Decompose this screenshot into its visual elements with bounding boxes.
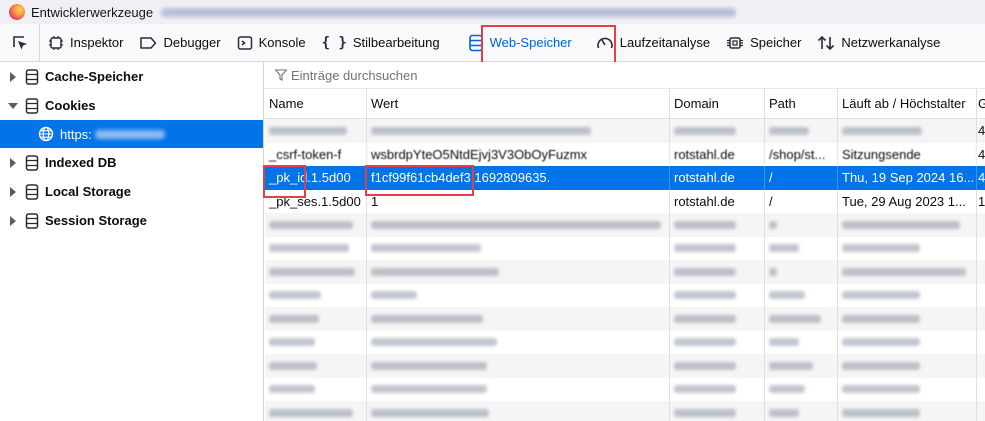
redacted-page-url <box>161 7 737 17</box>
collapse-arrow-icon[interactable] <box>5 102 21 110</box>
cookie-path: / <box>765 166 838 190</box>
style-editor-icon: { } <box>321 34 347 51</box>
origin-label: https: <box>60 126 92 142</box>
tree-item-session-storage[interactable]: Session Storage <box>0 206 263 235</box>
column-header-expires[interactable]: Läuft ab / Höchstalter <box>838 89 977 118</box>
cookie-domain: rotstahl.de <box>670 166 765 190</box>
tab-label: Konsole <box>258 35 306 50</box>
filter-input[interactable]: Einträge durchsuchen <box>265 62 985 89</box>
element-picker-button[interactable] <box>0 23 40 62</box>
devtools-toolbar: Inspektor Debugger Konsole { } Stilbearb… <box>0 23 985 62</box>
table-header: Name Wert Domain Path Läuft ab / Höchsta… <box>265 89 985 119</box>
expand-arrow-icon[interactable] <box>5 186 21 197</box>
tree-item-label: Session Storage <box>45 213 147 228</box>
cookie-value: 1 <box>367 189 670 213</box>
performance-icon <box>596 35 614 51</box>
storage-tree: Cache-Speicher Cookies https: Indexed DB… <box>0 62 264 421</box>
table-body: 4 _csrf-token-f wsbrdpYteO5NtdEjvj3V3ObO… <box>265 119 985 421</box>
table-row[interactable] <box>265 283 985 307</box>
table-row[interactable] <box>265 236 985 260</box>
tab-network[interactable]: Netzwerkanalyse <box>809 24 948 62</box>
column-header-domain[interactable]: Domain <box>670 89 765 118</box>
expand-arrow-icon[interactable] <box>5 157 21 168</box>
filter-placeholder: Einträge durchsuchen <box>291 67 418 83</box>
tab-label: Netzwerkanalyse <box>841 35 941 50</box>
storage-icon <box>468 34 484 52</box>
storage-icon <box>25 154 39 171</box>
storage-icon <box>25 97 39 114</box>
cookie-expires: Thu, 19 Sep 2024 16... <box>838 166 977 190</box>
cookie-path: / <box>765 189 838 213</box>
cookie-name: _pk_id.1.5d00 <box>265 166 367 190</box>
tab-label: Speicher <box>750 35 802 50</box>
storage-table-panel: Einträge durchsuchen Name Wert Domain Pa… <box>265 62 985 421</box>
table-row[interactable]: _pk_ses.1.5d00 1 rotstahl.de / Tue, 29 A… <box>265 189 985 213</box>
table-row[interactable] <box>265 377 985 401</box>
expand-arrow-icon[interactable] <box>5 71 21 82</box>
network-icon <box>817 35 835 51</box>
storage-icon <box>25 212 39 229</box>
cookie-name: _pk_ses.1.5d00 <box>265 189 367 213</box>
memory-icon <box>726 35 744 51</box>
storage-icon <box>25 68 39 85</box>
table-row[interactable] <box>265 307 985 331</box>
table-row[interactable] <box>265 354 985 378</box>
cookie-domain: rotstahl.de <box>670 189 765 213</box>
expand-arrow-icon[interactable] <box>5 215 21 226</box>
tab-inspector[interactable]: Inspektor <box>40 24 131 62</box>
table-row[interactable] <box>265 330 985 354</box>
table-row[interactable]: _csrf-token-f wsbrdpYteO5NtdEjvj3V3ObOyF… <box>265 142 985 166</box>
title-bar: Entwicklerwerkzeuge <box>0 0 985 24</box>
tab-console[interactable]: Konsole <box>229 24 314 62</box>
globe-icon <box>38 126 54 142</box>
tab-label: Stilbearbeitung <box>352 35 440 50</box>
tree-item-cookie-origin[interactable]: https: <box>0 120 263 148</box>
tab-label: Inspektor <box>70 35 124 50</box>
tree-item-cookies[interactable]: Cookies <box>0 91 263 120</box>
tree-item-cache-storage[interactable]: Cache-Speicher <box>0 62 263 91</box>
column-header-more[interactable]: G <box>977 89 985 118</box>
firefox-logo-icon <box>9 4 25 20</box>
tab-label: Debugger <box>163 35 221 50</box>
table-row[interactable] <box>265 401 985 421</box>
column-header-path[interactable]: Path <box>765 89 838 118</box>
table-row-selected[interactable]: _pk_id.1.5d00 f1cf99f61cb4def3.169280963… <box>265 166 985 190</box>
tab-label: Web-Speicher <box>489 35 572 50</box>
inspector-icon <box>48 35 64 51</box>
storage-icon <box>25 183 39 200</box>
tab-memory[interactable]: Speicher <box>718 24 809 62</box>
cookie-value: f1cf99f61cb4def3.1692809635. <box>367 166 670 190</box>
tree-item-label: Cache-Speicher <box>45 69 144 84</box>
column-header-name[interactable]: Name <box>265 89 367 118</box>
debugger-icon <box>139 36 157 50</box>
tree-item-indexed-db[interactable]: Indexed DB <box>0 148 263 177</box>
tree-item-local-storage[interactable]: Local Storage <box>0 177 263 206</box>
tab-web-storage[interactable]: Web-Speicher <box>460 24 580 62</box>
tree-item-label: Local Storage <box>45 184 131 199</box>
redacted-origin-host <box>94 129 165 139</box>
column-header-value[interactable]: Wert <box>367 89 670 118</box>
table-row[interactable] <box>265 213 985 237</box>
tab-label: Laufzeitanalyse <box>619 35 711 50</box>
tab-debugger[interactable]: Debugger <box>131 24 228 62</box>
table-row[interactable] <box>265 260 985 284</box>
tree-item-label: Cookies <box>45 98 96 113</box>
tree-item-label: Indexed DB <box>45 155 117 170</box>
filter-icon <box>275 69 287 81</box>
cookie-expires: Tue, 29 Aug 2023 1... <box>838 189 977 213</box>
table-row[interactable]: 4 <box>265 119 985 143</box>
console-icon <box>237 35 253 51</box>
tab-style-editor[interactable]: { } Stilbearbeitung <box>314 24 448 62</box>
tab-performance[interactable]: Laufzeitanalyse <box>588 24 718 62</box>
window-title: Entwicklerwerkzeuge <box>31 4 154 20</box>
element-picker-icon <box>12 35 27 49</box>
